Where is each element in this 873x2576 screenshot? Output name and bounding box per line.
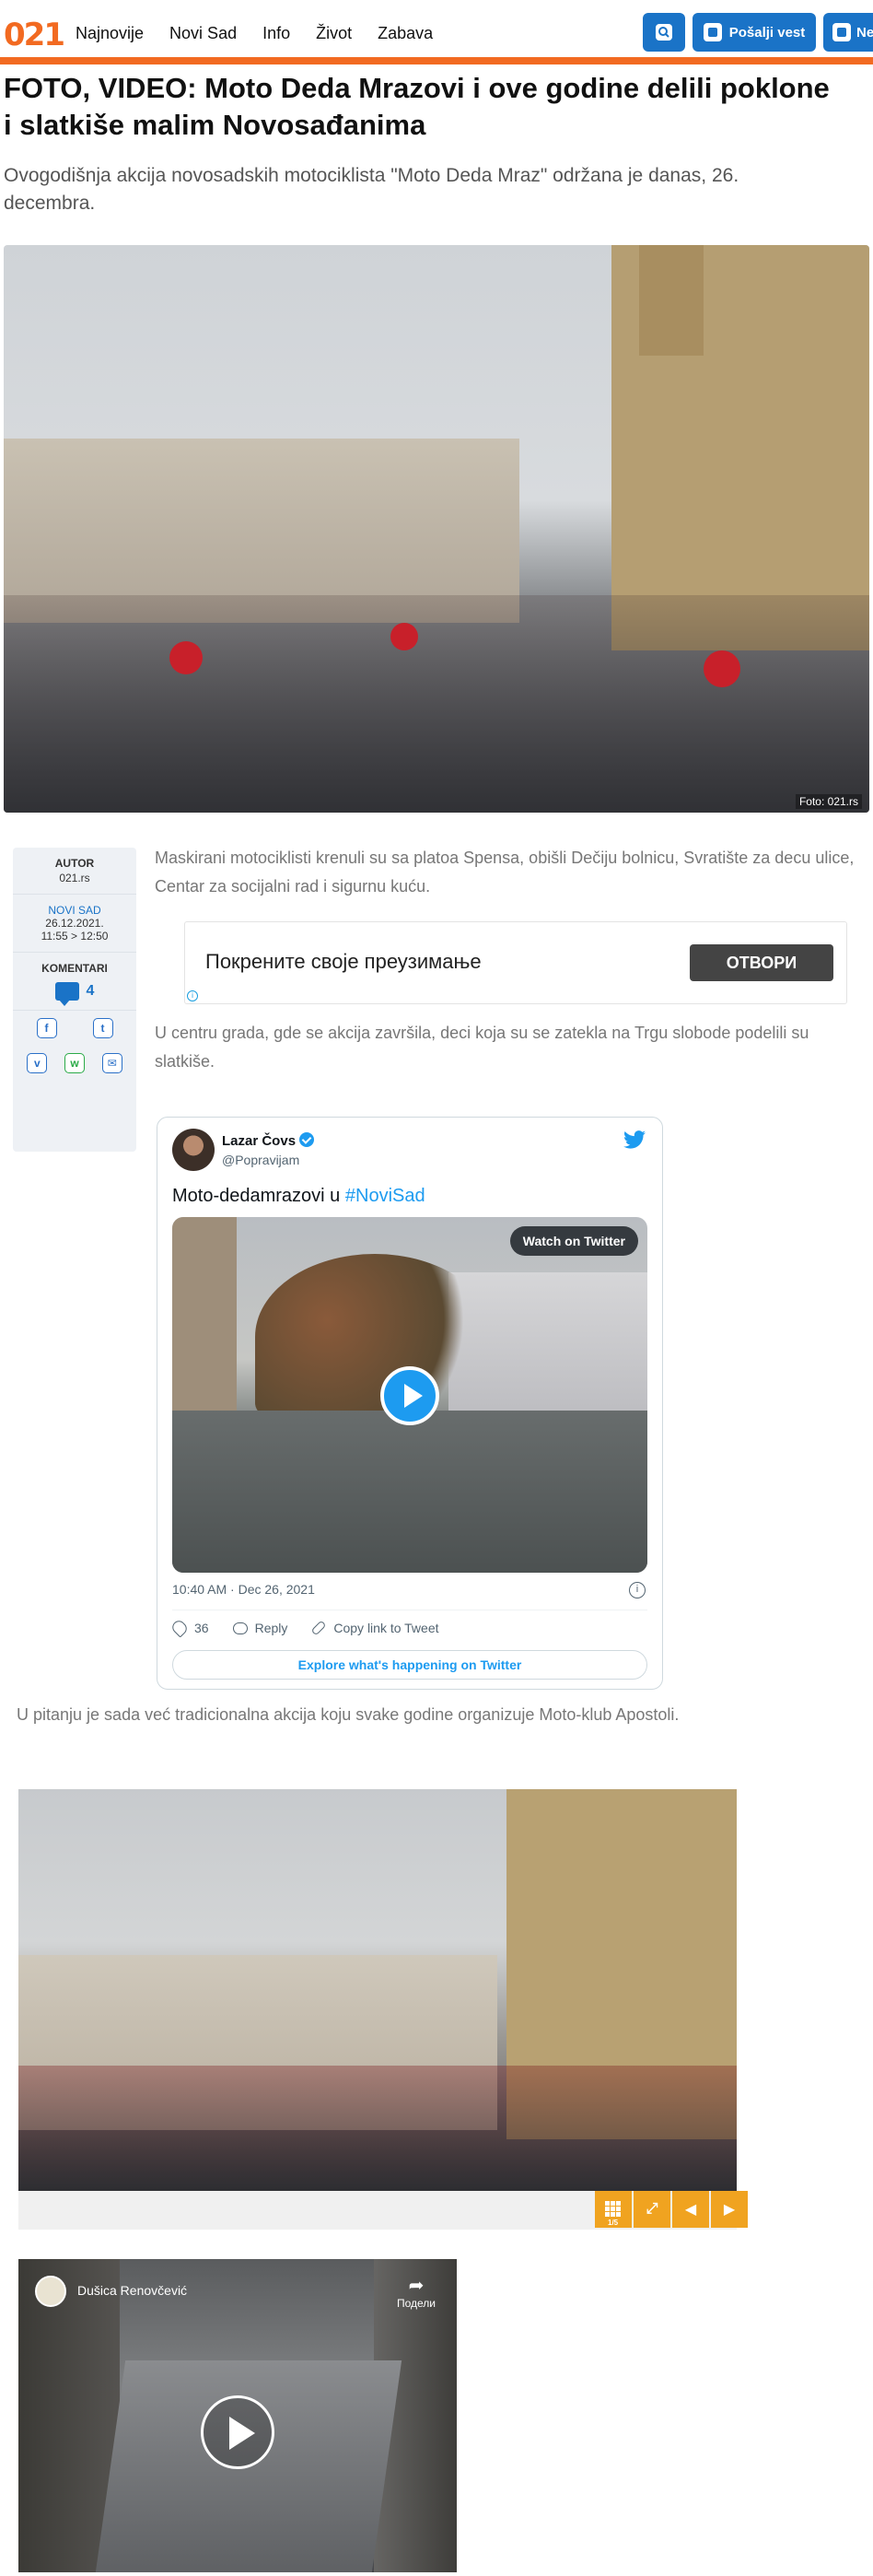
whatsapp-icon[interactable]: w [64,1053,85,1073]
prev-button[interactable]: ◀ [672,2191,709,2228]
explore-twitter-button[interactable]: Explore what's happening on Twitter [172,1650,647,1680]
article-paragraph: U centru grada, gde se akcija završila, … [155,1024,809,1071]
search-button[interactable] [643,13,685,52]
grid-icon [605,2201,622,2218]
photo-santa [704,650,740,687]
arrow-right-icon: ▶ [723,2202,736,2218]
author-name[interactable]: 021.rs [13,872,136,884]
tweet-video[interactable]: Watch on Twitter [172,1217,647,1573]
date-block: NOVI SAD 26.12.2021. 11:55 > 12:50 [13,895,136,953]
site-header: 021 Najnovije Novi Sad Info Život Zabava… [0,0,873,64]
location-link[interactable]: NOVI SAD [13,904,136,917]
tweet-embed[interactable]: Lazar Čovs @Popravijam Moto-dedamrazovi … [157,1117,663,1690]
gallery-photo[interactable] [18,1789,737,2191]
main-photo[interactable]: Foto: 021.rs [4,245,869,813]
comment-icon [54,982,79,1006]
gallery-controls: 1/5 ⤢ ◀ ▶ [595,2191,748,2228]
author-block: AUTOR 021.rs [13,848,136,895]
nav-item-info[interactable]: Info [262,24,290,43]
photo-crowd [18,2066,737,2191]
message-icon [703,23,722,41]
nav-item-novi-sad[interactable]: Novi Sad [169,24,237,43]
like-button[interactable]: 36 [169,1618,209,1638]
play-icon[interactable] [201,2395,274,2469]
next-button[interactable]: ▶ [711,2191,748,2228]
gallery-counter: 1/5 [608,2219,619,2227]
article-paragraph: U pitanju je sada već tradicionalna akci… [17,1705,680,1724]
photo-caption: Foto: 021.rs [795,794,862,809]
share-button[interactable]: ➦ Подели [392,2274,440,2310]
main-nav: Najnovije Novi Sad Info Život Zabava [76,24,459,43]
tweet-handle[interactable]: @Popravijam [222,1153,299,1167]
ad-banner[interactable]: Покрените своје преузимање ОТВОРИ i [184,921,847,1004]
ad-text: Покрените своје преузимање [205,950,482,973]
heart-icon [169,1618,190,1638]
reply-button[interactable]: Reply [232,1621,287,1635]
tweet-author[interactable]: Lazar Čovs [222,1132,315,1149]
comments-block[interactable]: KOMENTARI 4 [13,953,136,1011]
newsletter-label: Ne [856,24,873,41]
share-label: Подели [396,2297,436,2310]
video-trees [255,1254,495,1420]
avatar[interactable] [172,1129,215,1171]
verified-icon [299,1132,315,1147]
link-icon [310,1620,327,1636]
fullscreen-button[interactable]: ⤢ [634,2191,670,2228]
hashtag-link[interactable]: #NoviSad [345,1186,425,1206]
video-author[interactable]: Dušica Renovčević [77,2283,187,2298]
article-meta: AUTOR 021.rs NOVI SAD 26.12.2021. 11:55 … [13,848,136,1152]
tweet-timestamp[interactable]: 10:40 AM · Dec 26, 2021 [172,1582,315,1597]
play-icon[interactable] [380,1366,439,1425]
facebook-video[interactable]: Dušica Renovčević ➦ Подели [18,2259,457,2572]
share-icon: ➦ [408,2276,425,2296]
nav-item-najnovije[interactable]: Najnovije [76,24,144,43]
send-news-label: Pošalji vest [728,24,806,41]
ad-open-button[interactable]: ОТВОРИ [690,944,833,981]
photo-crowd [4,595,869,813]
copy-link-button[interactable]: Copy link to Tweet [310,1620,439,1636]
reply-icon [232,1622,248,1634]
viber-icon[interactable]: v [27,1053,48,1073]
avatar[interactable] [35,2276,66,2307]
facebook-icon[interactable]: f [36,1018,57,1038]
video-building [172,1217,237,1420]
arrow-left-icon: ◀ [684,2202,697,2218]
article-lead: Ovogodišnja akcija novosadskih motocikli… [4,165,739,214]
author-label: AUTOR [54,857,95,870]
comments-label: KOMENTARI [41,962,108,975]
expand-icon: ⤢ [646,2201,658,2217]
ad-info-icon[interactable]: i [187,990,198,1001]
article-title: FOTO, VIDEO: Moto Deda Mrazovi i ove god… [4,72,830,141]
newsletter-icon [832,23,851,41]
comments-count[interactable]: 4 [87,983,95,1000]
nav-item-zivot[interactable]: Život [316,24,352,43]
photo-tower [639,245,704,356]
photo-santa [169,641,203,674]
tweet-text: Moto-dedamrazovi u #NoviSad [172,1186,425,1206]
nav-item-zabava[interactable]: Zabava [378,24,433,43]
search-icon [656,24,672,41]
gallery-grid-button[interactable]: 1/5 [595,2191,632,2228]
newsletter-button[interactable]: Ne [823,13,873,52]
photo-santa [390,623,418,650]
share-row-1: f t [13,1011,136,1046]
article-paragraph: Maskirani motociklisti krenuli su sa pla… [155,849,855,896]
info-icon[interactable]: i [629,1582,646,1598]
twitter-bird-icon[interactable] [623,1130,646,1149]
publish-time: 11:55 > 12:50 [41,930,109,943]
tweet-actions: 36 Reply Copy link to Tweet [169,1618,439,1638]
send-news-button[interactable]: Pošalji vest [693,13,816,52]
email-icon[interactable]: ✉ [101,1053,122,1073]
twitter-icon[interactable]: t [92,1018,113,1038]
watch-on-twitter-button[interactable]: Watch on Twitter [509,1226,638,1256]
site-logo[interactable]: 021 [4,17,65,53]
video-road [172,1411,647,1573]
share-row-2: v w ✉ [13,1046,136,1081]
publish-date: 26.12.2021. [45,917,104,930]
